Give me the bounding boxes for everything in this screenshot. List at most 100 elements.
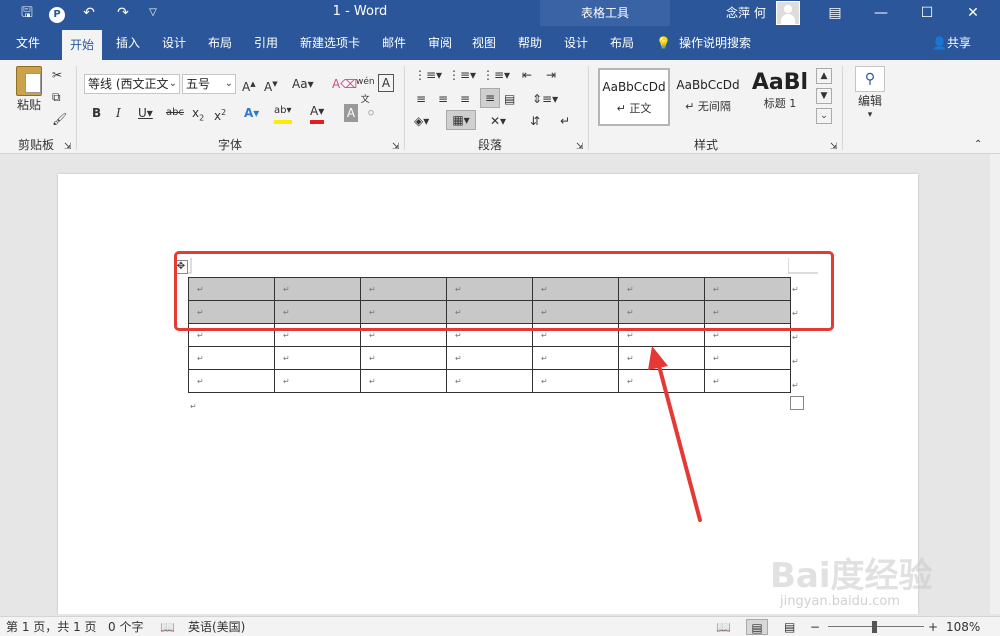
superscript-icon[interactable]: x2 — [214, 104, 226, 125]
align-right-icon[interactable]: ≡ — [460, 90, 470, 108]
maximize-icon[interactable]: ☐ — [904, 0, 950, 26]
tab-help[interactable]: 帮助 — [510, 26, 550, 60]
decrease-indent-icon[interactable]: ⇤ — [522, 66, 532, 84]
strikethrough-icon[interactable]: abc — [166, 104, 184, 122]
change-case-icon[interactable]: Aa▾ — [292, 75, 314, 93]
zoom-slider-thumb[interactable] — [872, 621, 877, 633]
watermark-url: jingyan.baidu.com — [780, 594, 900, 609]
copy-icon[interactable]: ⧉ — [52, 88, 61, 106]
language[interactable]: 英语(美国) — [188, 619, 245, 635]
table-cell[interactable]: ↵ — [704, 369, 791, 393]
table-cell[interactable]: ↵ — [188, 369, 275, 393]
document-canvas[interactable]: ✥ ↵ ↵ ↵ ↵ ↵ ↵ ↵ ↵ ↵ ↵ ↵ ↵ ↵ ↵ ↵ ↵ ↵ ↵ ↵ ↵ ↵ ↵ ↵ ↵ ↵ ↵ ↵ ↵ ↵ ↵ ↵ ↵ ↵ ↵… — [0, 154, 1000, 614]
text-effects-icon[interactable]: A▾ — [244, 104, 259, 122]
styles-scroll-down-icon[interactable]: ▼ — [816, 88, 832, 104]
chinese-layout-icon[interactable]: ✕▾ — [490, 112, 506, 130]
collapse-ribbon-icon[interactable]: ⌃ — [974, 136, 982, 154]
zoom-out-icon[interactable]: − — [810, 619, 820, 635]
increase-indent-icon[interactable]: ⇥ — [546, 66, 556, 84]
tab-references[interactable]: 引用 — [246, 26, 286, 60]
tab-layout[interactable]: 布局 — [200, 26, 240, 60]
page-info[interactable]: 第 1 页，共 1 页 — [6, 619, 97, 635]
sort-icon[interactable]: ⇵ — [530, 112, 540, 130]
borders-icon[interactable]: ▦▾ — [446, 110, 476, 130]
shrink-font-icon[interactable]: A▼ — [264, 75, 278, 96]
show-marks-icon[interactable]: ↵ — [560, 112, 570, 130]
styles-more-icon[interactable]: ⌄ — [816, 108, 832, 124]
table-cell[interactable]: ↵ — [188, 346, 275, 370]
minimize-icon[interactable]: — — [858, 0, 904, 26]
style-heading-1[interactable]: AaBl 标题 1 — [744, 68, 816, 126]
table-cell[interactable]: ↵ — [446, 369, 533, 393]
table-cell[interactable]: ↵ — [532, 346, 619, 370]
shading-icon[interactable]: ◈▾ — [414, 112, 429, 130]
save-icon[interactable]: 🖫 — [16, 3, 38, 23]
row-end-mark: ↵ — [792, 381, 799, 390]
tab-file[interactable]: 文件 — [8, 26, 48, 60]
customize-icon[interactable]: ▽ — [142, 3, 164, 23]
numbering-icon[interactable]: ⋮≡▾ — [448, 66, 476, 84]
cut-icon[interactable]: ✂ — [52, 66, 62, 84]
italic-icon[interactable]: I — [116, 104, 121, 122]
highlight-color-icon[interactable]: ab▾ — [274, 102, 292, 124]
zoom-in-icon[interactable]: + — [928, 619, 938, 635]
align-left-icon[interactable]: ≡ — [416, 90, 426, 108]
web-layout-icon[interactable]: ▤ — [784, 619, 795, 635]
read-mode-icon[interactable]: 📖 — [716, 619, 731, 635]
font-color-icon[interactable]: A▾ — [310, 102, 325, 124]
undo-icon[interactable]: ↶ — [78, 3, 100, 23]
tab-table-layout[interactable]: 布局 — [602, 26, 642, 60]
chevron-down-icon: ⌄ — [168, 78, 177, 89]
font-size-select[interactable]: 五号 ⌄ — [182, 74, 236, 94]
tab-mailings[interactable]: 邮件 — [374, 26, 414, 60]
line-spacing-icon[interactable]: ⇕≡▾ — [532, 90, 558, 108]
table-cell[interactable]: ↵ — [532, 369, 619, 393]
multilevel-list-icon[interactable]: ⋮≡▾ — [482, 66, 510, 84]
styles-scroll-up-icon[interactable]: ▲ — [816, 68, 832, 84]
tab-insert[interactable]: 插入 — [108, 26, 148, 60]
subscript-icon[interactable]: x2 — [192, 104, 204, 127]
table-cell[interactable]: ↵ — [360, 346, 447, 370]
style-normal[interactable]: AaBbCcDd ↵ 正文 — [598, 68, 670, 126]
tab-table-design[interactable]: 设计 — [556, 26, 596, 60]
style-no-spacing[interactable]: AaBbCcDd ↵ 无间隔 — [672, 68, 744, 126]
zoom-level[interactable]: 108% — [946, 619, 980, 635]
p-icon[interactable]: P — [46, 3, 68, 23]
table-cell[interactable]: ↵ — [274, 346, 361, 370]
character-shading-icon[interactable]: A — [344, 104, 358, 122]
tab-new-tab[interactable]: 新建选项卡 — [292, 26, 368, 60]
user-name[interactable]: 念萍 何 — [726, 4, 766, 21]
enclose-characters-icon[interactable]: ⚪ — [366, 104, 376, 122]
close-icon[interactable]: ✕ — [950, 0, 996, 26]
table-cell[interactable]: ↵ — [274, 369, 361, 393]
font-name-select[interactable]: 等线 (西文正文 ⌄ — [84, 74, 180, 94]
bold-icon[interactable]: B — [92, 104, 101, 122]
avatar[interactable] — [776, 1, 800, 25]
distributed-icon[interactable]: ▤ — [504, 90, 515, 108]
justify-icon[interactable]: ≡ — [480, 88, 500, 108]
proofing-icon[interactable]: 📖 — [160, 619, 175, 635]
print-layout-icon[interactable]: ▤ — [746, 619, 768, 635]
redo-icon[interactable]: ↷ — [112, 3, 134, 23]
tab-design[interactable]: 设计 — [154, 26, 194, 60]
share-button[interactable]: 👤共享 — [932, 26, 971, 60]
table-cell[interactable]: ↵ — [360, 369, 447, 393]
paste-button[interactable]: 粘贴 — [12, 66, 46, 112]
character-border-icon[interactable]: A — [378, 74, 394, 92]
tell-me-search[interactable]: 💡 操作说明搜索 — [656, 26, 751, 60]
bullets-icon[interactable]: ⋮≡▾ — [414, 66, 442, 84]
format-painter-icon[interactable]: 🖌 — [52, 110, 67, 128]
grow-font-icon[interactable]: A▲ — [242, 75, 256, 96]
ribbon-display-icon[interactable]: ▤ — [812, 0, 858, 26]
table-cell[interactable]: ↵ — [446, 346, 533, 370]
align-center-icon[interactable]: ≡ — [438, 90, 448, 108]
tab-home[interactable]: 开始 — [62, 30, 102, 60]
word-count[interactable]: 0 个字 — [108, 619, 143, 635]
tab-view[interactable]: 视图 — [464, 26, 504, 60]
underline-icon[interactable]: U▾ — [138, 104, 153, 122]
table-cell[interactable]: ↵ — [704, 346, 791, 370]
editing-button[interactable]: ⚲ 编辑 ▾ — [850, 66, 890, 120]
tab-review[interactable]: 审阅 — [420, 26, 460, 60]
clear-formatting-icon[interactable]: A⌫ — [332, 75, 357, 93]
table-resize-handle[interactable] — [790, 396, 804, 410]
